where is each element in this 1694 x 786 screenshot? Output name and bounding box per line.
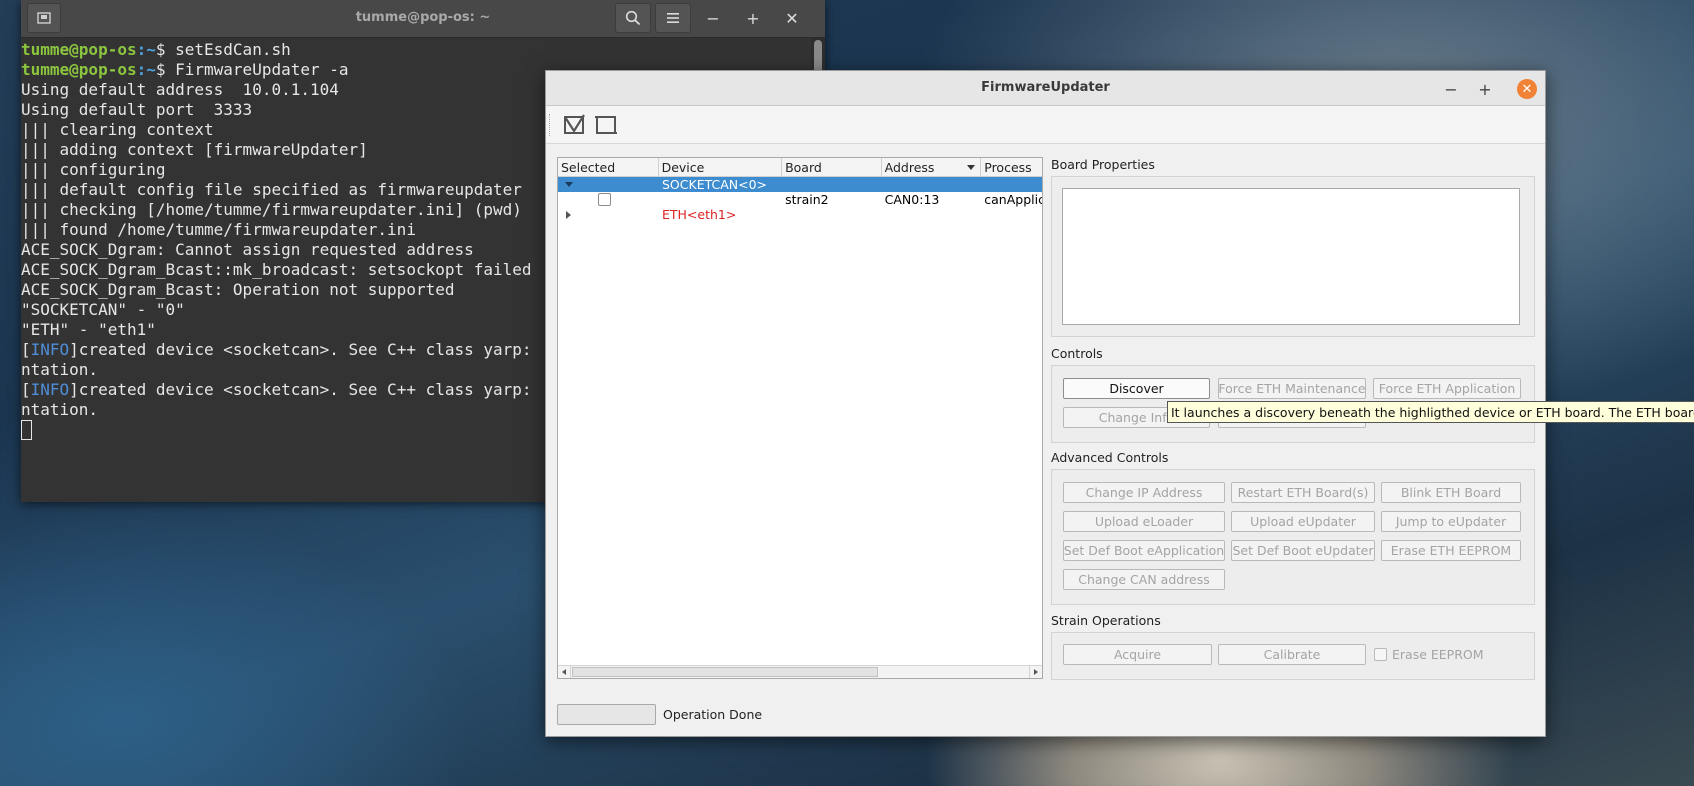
board-properties-box[interactable] [1062,188,1520,325]
app-close-button[interactable]: ✕ [1517,79,1537,99]
toolbar-grip[interactable] [549,114,552,136]
prompt-path: :~ [136,60,156,79]
process-cell: canApplic [984,192,1042,207]
address-cell: CAN0:13 [884,192,940,207]
search-icon [625,10,641,26]
column-board[interactable]: Board [782,158,882,176]
status-text: Operation Done [663,707,763,722]
device-cell: SOCKETCAN<0> [662,177,768,192]
device-tree[interactable]: Selected Device Board Address Process SO… [557,157,1043,679]
force-eth-application-button[interactable]: Force ETH Application [1373,378,1521,399]
arrow-left-icon [562,669,566,675]
maximize-button[interactable]: + [735,3,771,33]
info-tag: INFO [30,380,70,399]
collapse-icon[interactable] [565,182,573,187]
erase-eeprom-checkbox[interactable] [1374,648,1387,661]
force-eth-maintenance-button[interactable]: Force ETH Maintenance [1218,378,1366,399]
close-icon: ✕ [1521,81,1533,97]
change-ip-button[interactable]: Change IP Address [1063,482,1225,503]
discover-button[interactable]: Discover [1063,378,1210,399]
app-minimize-button[interactable]: − [1439,77,1463,101]
change-can-address-button[interactable]: Change CAN address [1063,569,1225,590]
upload-eupdater-button[interactable]: Upload eUpdater [1231,511,1375,532]
jump-eupdater-button[interactable]: Jump to eUpdater [1381,511,1521,532]
app-titlebar: FirmwareUpdater − + ✕ [546,71,1545,106]
expand-icon[interactable] [566,211,571,219]
close-button[interactable]: ✕ [774,3,810,33]
board-cell: strain2 [785,192,829,207]
row-checkbox[interactable] [598,193,611,206]
calibrate-button[interactable]: Calibrate [1218,644,1366,665]
minimize-icon: − [706,8,720,28]
tree-header: Selected Device Board Address Process [558,158,1042,177]
info-tag: INFO [30,340,70,359]
prompt-command: $ FirmwareUpdater -a [155,60,349,79]
scroll-left-button[interactable] [558,666,571,678]
progress-field [557,704,656,725]
strain-operations-label: Strain Operations [1051,613,1161,628]
info-bracket: [ [21,380,31,399]
tree-row-eth[interactable]: ETH<eth1> [558,207,1042,222]
set-def-boot-eupdater-button[interactable]: Set Def Boot eUpdater [1231,540,1375,561]
device-cell: ETH<eth1> [662,207,737,222]
minimize-icon: − [1444,79,1458,99]
restart-eth-button[interactable]: Restart ETH Board(s) [1231,482,1375,503]
tree-row-socketcan[interactable]: SOCKETCAN<0> [558,177,1042,192]
info-text: ]created device <socketcan>. See C++ cla… [69,380,532,399]
close-icon: ✕ [785,8,799,28]
select-all-icon [564,114,585,134]
app-toolbar [546,106,1545,144]
app-maximize-button[interactable]: + [1473,77,1497,101]
column-process[interactable]: Process [981,158,1042,176]
menu-button[interactable] [655,3,691,33]
deselect-all-icon [595,116,617,134]
acquire-button[interactable]: Acquire [1063,644,1212,665]
prompt-command: $ setEsdCan.sh [155,40,291,59]
set-def-boot-eapplication-button[interactable]: Set Def Boot eApplication [1063,540,1225,561]
scroll-right-button[interactable] [1029,666,1042,678]
erase-eeprom-label: Erase EEPROM [1392,647,1484,662]
info-bracket: [ [21,340,31,359]
info-text: ]created device <socketcan>. See C++ cla… [69,340,532,359]
tree-hscrollbar[interactable] [558,665,1042,678]
column-selected[interactable]: Selected [558,158,659,176]
advanced-controls-label: Advanced Controls [1051,450,1169,465]
column-address-label: Address [884,160,935,175]
minimize-button[interactable]: − [695,3,731,33]
hscroll-thumb[interactable] [572,667,878,677]
app-title: FirmwareUpdater [981,80,1110,95]
upload-eloader-button[interactable]: Upload eLoader [1063,511,1225,532]
discover-tooltip: It launches a discovery beneath the high… [1167,401,1694,423]
prompt-path: :~ [136,40,156,59]
column-device[interactable]: Device [659,158,783,176]
hamburger-icon [667,13,679,23]
tree-row-strain2[interactable]: strain2 CAN0:13 canApplic [558,192,1042,207]
blink-eth-button[interactable]: Blink ETH Board [1381,482,1521,503]
prompt-line: tumme@pop-os:~$ setEsdCan.sh [21,40,811,60]
terminal-header: tumme@pop-os: ~ − + ✕ [21,0,825,38]
search-button[interactable] [615,3,651,33]
arrow-right-icon [1034,669,1038,675]
terminal-cursor [21,420,32,440]
select-all-button[interactable] [562,113,588,137]
prompt-user: tumme@pop-os [21,60,137,79]
maximize-icon: + [1478,79,1492,99]
deselect-all-button[interactable] [594,113,620,137]
board-properties-label: Board Properties [1051,157,1155,172]
prompt-user: tumme@pop-os [21,40,137,59]
sort-arrow-icon [967,165,976,170]
column-address[interactable]: Address [882,158,982,176]
erase-eth-eeprom-button[interactable]: Erase ETH EEPROM [1381,540,1521,561]
controls-label: Controls [1051,346,1103,361]
maximize-icon: + [746,8,760,28]
